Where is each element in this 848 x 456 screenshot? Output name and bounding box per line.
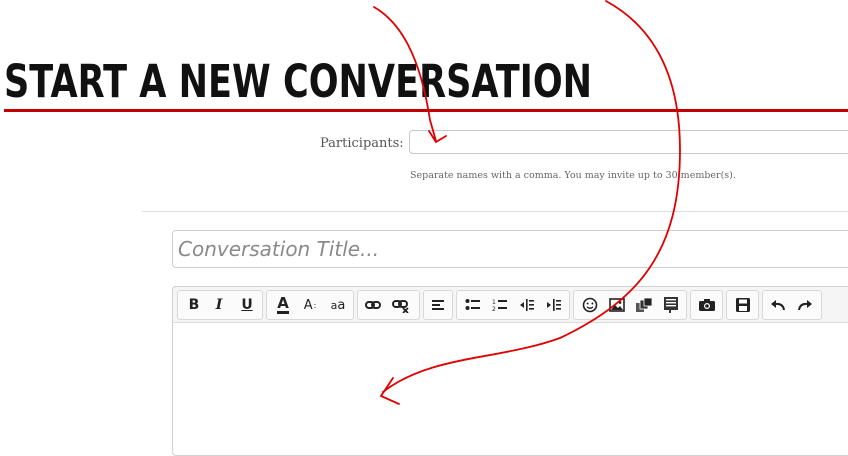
numbered-list-icon: 12 (492, 299, 507, 312)
font-color-icon: A (277, 294, 289, 314)
redo-button[interactable] (794, 293, 816, 317)
conversation-title-placeholder: Conversation Title... (178, 237, 380, 261)
unlink-icon (392, 300, 409, 313)
italic-icon: I (215, 297, 223, 313)
font-family-icon: a (330, 298, 338, 312)
section-divider (142, 211, 848, 212)
font-size-button[interactable]: A: (299, 293, 321, 317)
outdent-button[interactable] (516, 293, 538, 317)
participants-hint: Separate names with a comma. You may inv… (410, 170, 736, 181)
page-title: START A NEW CONVERSATION (4, 55, 593, 108)
smilie-button[interactable] (579, 293, 601, 317)
camera-button[interactable] (696, 293, 718, 317)
link-icon (365, 301, 381, 309)
link-button[interactable] (362, 293, 384, 317)
indent-icon (547, 299, 561, 311)
redo-icon (798, 300, 812, 311)
participants-input[interactable] (409, 130, 848, 154)
numbered-list-button[interactable]: 12 (489, 293, 511, 317)
camera-icon (699, 299, 715, 311)
unlink-button[interactable] (390, 293, 412, 317)
code-button[interactable] (660, 293, 682, 317)
save-draft-button[interactable] (732, 293, 754, 317)
undo-button[interactable] (767, 293, 789, 317)
font-family-button[interactable]: aa (327, 293, 349, 317)
participants-label: Participants: (320, 136, 404, 151)
indent-button[interactable] (543, 293, 565, 317)
bold-button[interactable]: B (183, 293, 205, 317)
outdent-icon (520, 299, 534, 311)
save-draft-icon (736, 298, 750, 312)
font-color-button[interactable]: A (272, 293, 294, 317)
image-icon (609, 298, 625, 312)
image-button[interactable] (606, 293, 628, 317)
undo-icon (771, 300, 785, 311)
underline-button[interactable]: U (236, 293, 258, 317)
align-button[interactable] (427, 293, 449, 317)
smilie-icon (582, 297, 598, 313)
bold-icon: B (188, 297, 200, 313)
align-icon (432, 300, 444, 310)
underline-icon: U (241, 297, 253, 313)
svg-text:2: 2 (492, 306, 496, 312)
code-icon (664, 297, 678, 313)
title-underline (4, 109, 848, 112)
media-button[interactable] (633, 293, 655, 317)
font-size-icon: A (303, 297, 313, 313)
bullet-list-button[interactable] (462, 293, 484, 317)
media-icon (636, 297, 653, 312)
bullet-list-icon (465, 299, 480, 310)
italic-button[interactable]: I (208, 293, 230, 317)
svg-text:1: 1 (492, 299, 496, 306)
